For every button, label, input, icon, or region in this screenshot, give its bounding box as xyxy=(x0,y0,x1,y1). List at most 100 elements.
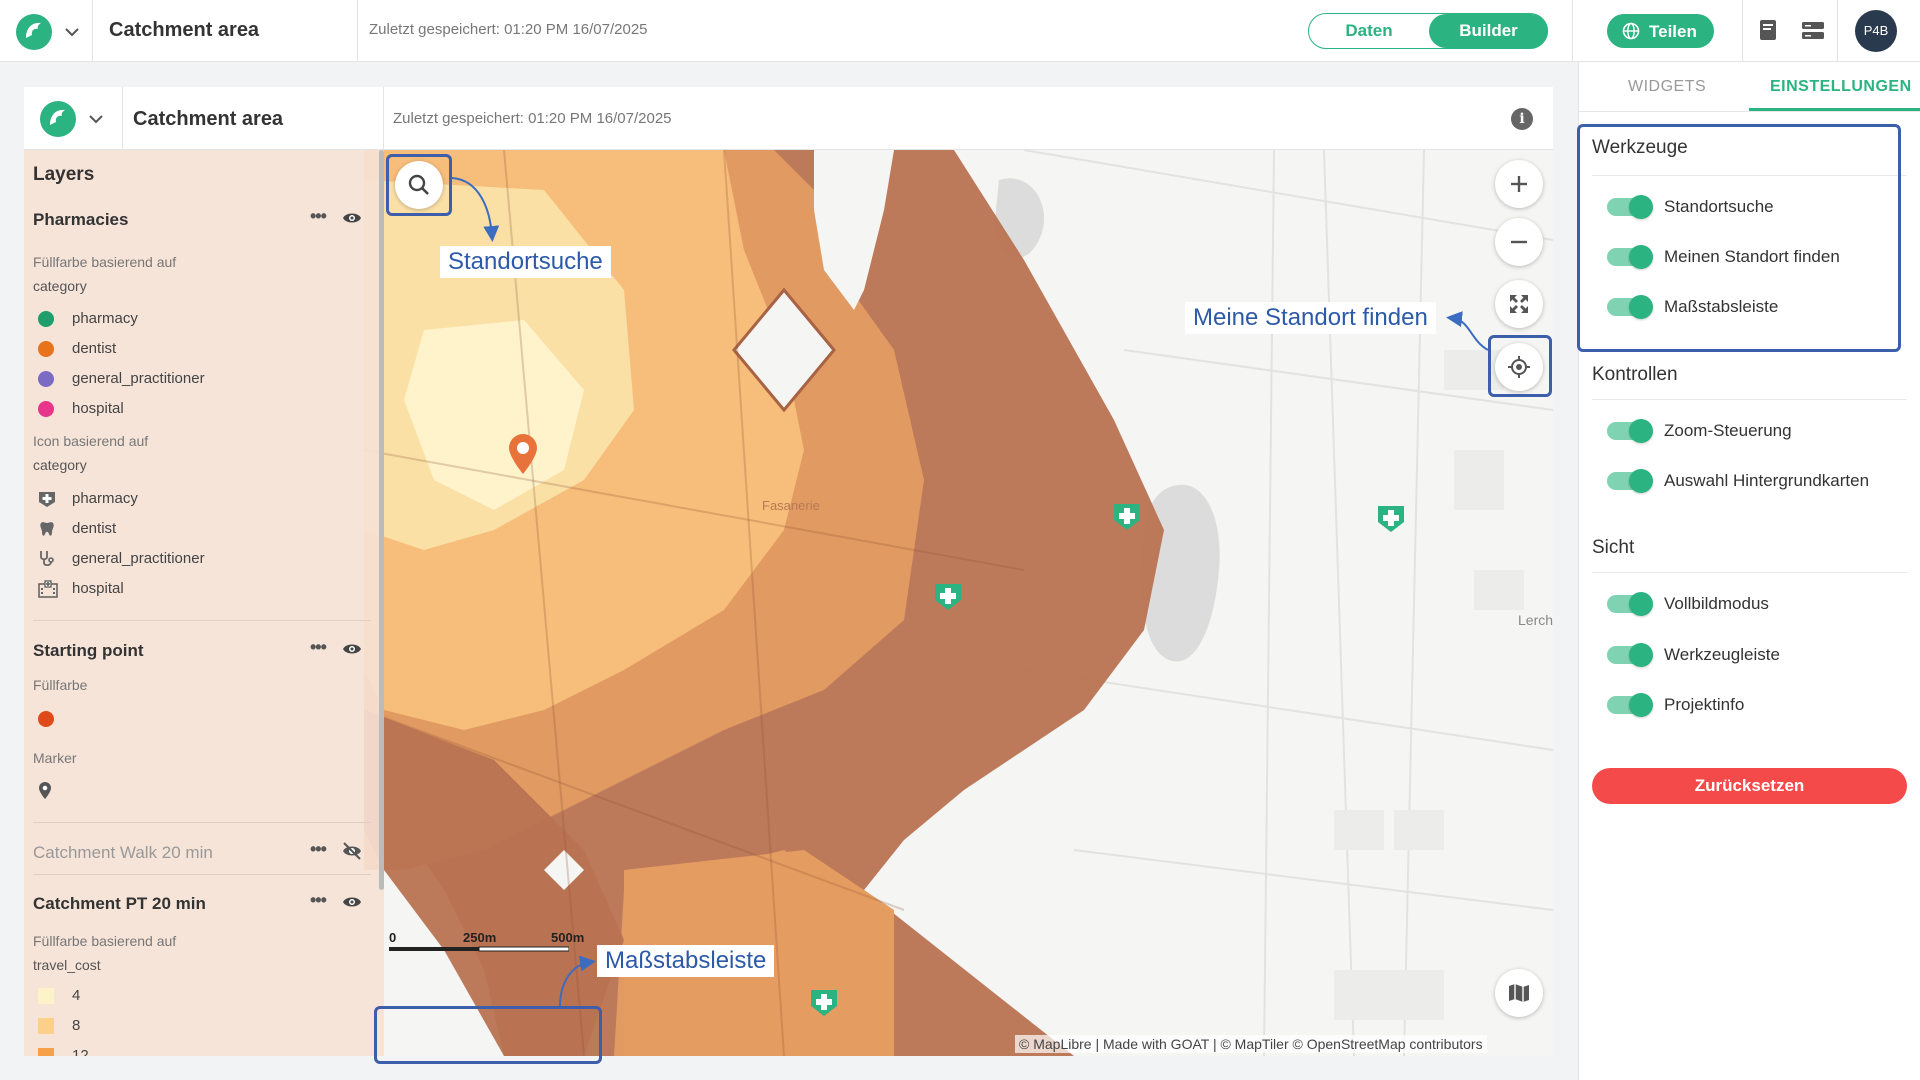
fill-field-label: category xyxy=(33,278,87,294)
divider xyxy=(1579,111,1920,112)
daten-mode-button[interactable]: Daten xyxy=(1309,14,1429,48)
divider xyxy=(1592,399,1907,400)
divider xyxy=(1592,572,1907,573)
share-button[interactable]: Teilen xyxy=(1607,14,1714,48)
pharmacy-marker-icon[interactable] xyxy=(932,580,964,612)
layer-options-icon[interactable]: ••• xyxy=(310,890,327,911)
toggle-label: Vollbildmodus xyxy=(1664,594,1769,613)
tooth-icon xyxy=(40,522,54,536)
tab-einstellungen[interactable]: EINSTELLUNGEN xyxy=(1770,78,1912,96)
layer-options-icon[interactable]: ••• xyxy=(310,206,327,227)
eye-icon[interactable] xyxy=(342,894,362,910)
legend-label: general_practitioner xyxy=(72,550,205,567)
eye-off-icon[interactable] xyxy=(342,842,362,860)
layer-name-pharmacies[interactable]: Pharmacies xyxy=(33,210,128,230)
layers-title: Layers xyxy=(33,164,95,185)
fill-label: Füllfarbe xyxy=(33,677,88,693)
layer-name-starting-point[interactable]: Starting point xyxy=(33,641,143,661)
layer-name-catchment-walk[interactable]: Catchment Walk 20 min xyxy=(33,843,213,863)
color-swatch xyxy=(38,711,54,727)
icon-based-on-label: Icon basierend auf xyxy=(33,433,149,449)
fill-based-on-label: Füllfarbe basierend auf xyxy=(33,254,177,270)
eye-icon[interactable] xyxy=(342,210,362,226)
project-title[interactable]: Catchment area xyxy=(109,19,259,42)
scalebar-highlight-box xyxy=(374,1006,602,1064)
chevron-down-icon[interactable] xyxy=(86,109,106,129)
callout-standortsuche: Standortsuche xyxy=(440,246,611,278)
layout-stack-icon[interactable] xyxy=(1801,20,1825,42)
divider xyxy=(357,0,358,62)
scale-bar-line xyxy=(389,946,569,952)
layer-options-icon[interactable]: ••• xyxy=(310,839,327,860)
book-icon[interactable] xyxy=(1757,18,1779,42)
eye-icon[interactable] xyxy=(342,641,362,657)
divider xyxy=(1742,0,1743,62)
legend-label: general_practitioner xyxy=(72,370,205,387)
legend-label: hospital xyxy=(72,580,124,597)
layers-scrollbar[interactable] xyxy=(379,150,384,890)
color-swatch xyxy=(38,401,54,417)
map-icon xyxy=(1509,984,1529,1002)
zoom-out-button[interactable] xyxy=(1495,218,1543,266)
toggle-switch[interactable] xyxy=(1607,419,1653,443)
layer-name-catchment-pt[interactable]: Catchment PT 20 min xyxy=(33,894,206,914)
divider xyxy=(33,822,371,823)
toggle-label: Werkzeugleiste xyxy=(1664,645,1780,664)
callout-massstabsleiste: Maßstabsleiste xyxy=(597,945,775,977)
starting-point-marker-icon[interactable] xyxy=(507,433,539,475)
fullscreen-button[interactable] xyxy=(1495,280,1543,328)
share-label: Teilen xyxy=(1649,22,1697,41)
goat-logo-icon[interactable] xyxy=(38,99,78,139)
locate-highlight-box xyxy=(1488,335,1552,397)
globe-icon xyxy=(1622,22,1640,40)
pharmacy-cross-icon xyxy=(39,492,55,507)
color-swatch xyxy=(38,1048,54,1056)
user-avatar[interactable]: P4B xyxy=(1855,10,1897,52)
toggle-label: Zoom-Steuerung xyxy=(1664,421,1792,440)
callout-meine-standort-finden: Meine Standort finden xyxy=(1185,302,1436,334)
color-swatch xyxy=(38,1018,54,1034)
pharmacy-marker-icon[interactable] xyxy=(1375,502,1407,534)
scale-label: 250m xyxy=(463,930,497,945)
layer-options-icon[interactable]: ••• xyxy=(310,637,327,658)
divider xyxy=(1837,0,1838,62)
hospital-building-icon xyxy=(38,580,58,598)
builder-mode-button[interactable]: Builder xyxy=(1429,14,1548,48)
toggle-switch[interactable] xyxy=(1607,592,1653,616)
pharmacy-marker-icon[interactable] xyxy=(1111,500,1143,532)
section-title-kontrollen: Kontrollen xyxy=(1592,364,1678,385)
layers-panel: Layers Pharmacies ••• Füllfarbe basieren… xyxy=(24,150,384,1056)
legend-label: hospital xyxy=(72,400,124,417)
pharmacy-marker-icon[interactable] xyxy=(808,986,840,1018)
plus-icon xyxy=(1511,176,1527,192)
stethoscope-icon xyxy=(40,551,54,567)
search-highlight-box xyxy=(386,154,452,216)
divider xyxy=(33,874,371,875)
toggle-switch[interactable] xyxy=(1607,643,1653,667)
goat-logo-icon[interactable] xyxy=(14,12,54,52)
toggle-switch[interactable] xyxy=(1607,693,1653,717)
zoom-in-button[interactable] xyxy=(1495,160,1543,208)
map-pin-icon xyxy=(39,782,51,799)
preview-project-title: Catchment area xyxy=(133,108,284,130)
place-label-lerch: Lerch xyxy=(1518,612,1554,628)
toggle-label: Auswahl Hintergrundkarten xyxy=(1664,471,1870,490)
reset-button[interactable]: Zurücksetzen xyxy=(1592,768,1907,804)
info-icon[interactable]: i xyxy=(1511,108,1533,130)
map-attribution[interactable]: © MapLibre | Made with GOAT | © MapTiler… xyxy=(1015,1035,1487,1053)
minus-icon xyxy=(1511,240,1527,244)
divider xyxy=(33,620,371,621)
color-swatch xyxy=(38,988,54,1004)
legend-label: pharmacy xyxy=(72,490,138,507)
chevron-down-icon[interactable] xyxy=(62,22,82,42)
map-preview: Catchment area Zuletzt gespeichert: 01:2… xyxy=(24,87,1553,1056)
section-title-sicht: Sicht xyxy=(1592,537,1635,558)
basemap-selector-button[interactable] xyxy=(1495,969,1543,1017)
scale-bar: 0 250m 500m xyxy=(371,928,584,956)
legend-label: 4 xyxy=(72,987,81,1004)
legend-label: dentist xyxy=(72,520,117,537)
mode-switch: Daten Builder xyxy=(1308,13,1548,49)
tab-widgets[interactable]: WIDGETS xyxy=(1628,78,1706,96)
preview-header: Catchment area Zuletzt gespeichert: 01:2… xyxy=(24,87,1553,150)
toggle-switch[interactable] xyxy=(1607,469,1653,493)
